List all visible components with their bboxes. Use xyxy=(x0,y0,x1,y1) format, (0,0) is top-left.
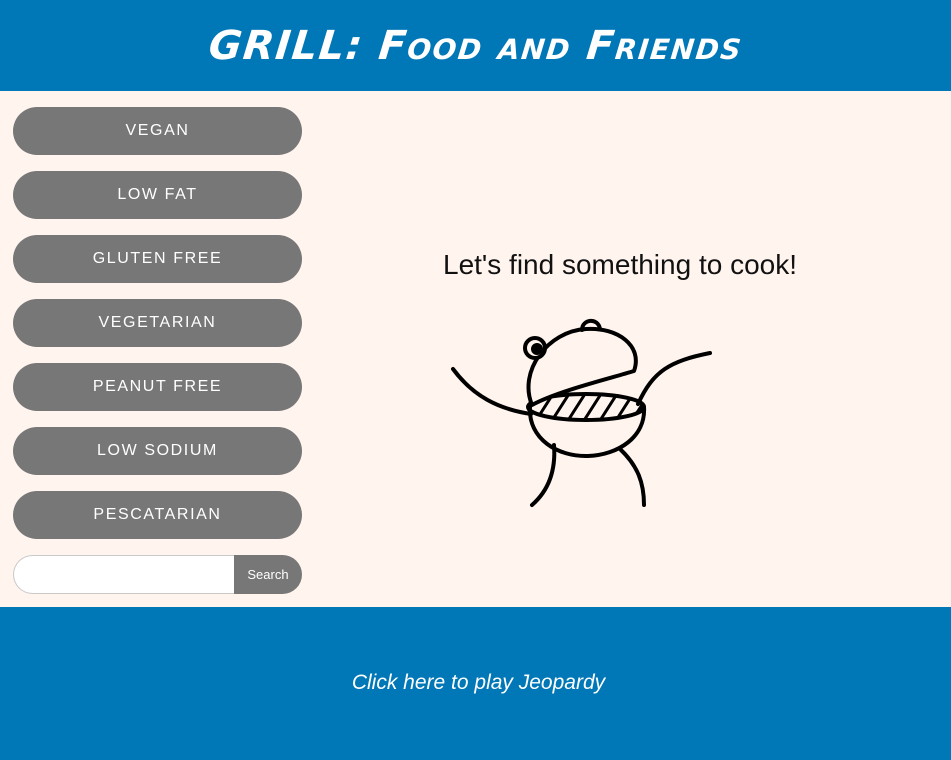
right-leg-line xyxy=(618,447,646,507)
filter-button-pescatarian[interactable]: PESCATARIAN xyxy=(13,491,302,539)
search-form: Search xyxy=(13,555,302,594)
filter-button-vegetarian[interactable]: VEGETARIAN xyxy=(13,299,302,347)
filter-button-low-fat[interactable]: LOW FAT xyxy=(13,171,302,219)
main-area: VEGAN LOW FAT GLUTEN FREE VEGETARIAN PEA… xyxy=(0,91,951,607)
eye-pupil xyxy=(531,343,543,355)
filter-button-vegan[interactable]: VEGAN xyxy=(13,107,302,155)
right-arm-line xyxy=(636,351,712,406)
grill-character-illustration xyxy=(451,318,712,507)
left-leg-line xyxy=(530,443,557,507)
tagline: Let's find something to cook! xyxy=(443,249,797,280)
filter-button-peanut-free[interactable]: PEANUT FREE xyxy=(13,363,302,411)
filter-button-gluten-free[interactable]: GLUTEN FREE xyxy=(13,235,302,283)
site-header: GRILL: Food and Friends xyxy=(0,0,951,91)
site-title: GRILL: Food and Friends xyxy=(206,22,745,69)
jeopardy-link[interactable]: Click here to play Jeopardy xyxy=(352,671,605,695)
left-arm-line xyxy=(451,367,533,416)
search-input[interactable] xyxy=(13,555,234,594)
diet-filter-sidebar: VEGAN LOW FAT GLUTEN FREE VEGETARIAN PEA… xyxy=(13,107,302,594)
search-button[interactable]: Search xyxy=(234,555,302,594)
filter-button-low-sodium[interactable]: LOW SODIUM xyxy=(13,427,302,475)
content-panel: Let's find something to cook! xyxy=(330,91,910,607)
site-footer: Click here to play Jeopardy xyxy=(0,607,951,760)
